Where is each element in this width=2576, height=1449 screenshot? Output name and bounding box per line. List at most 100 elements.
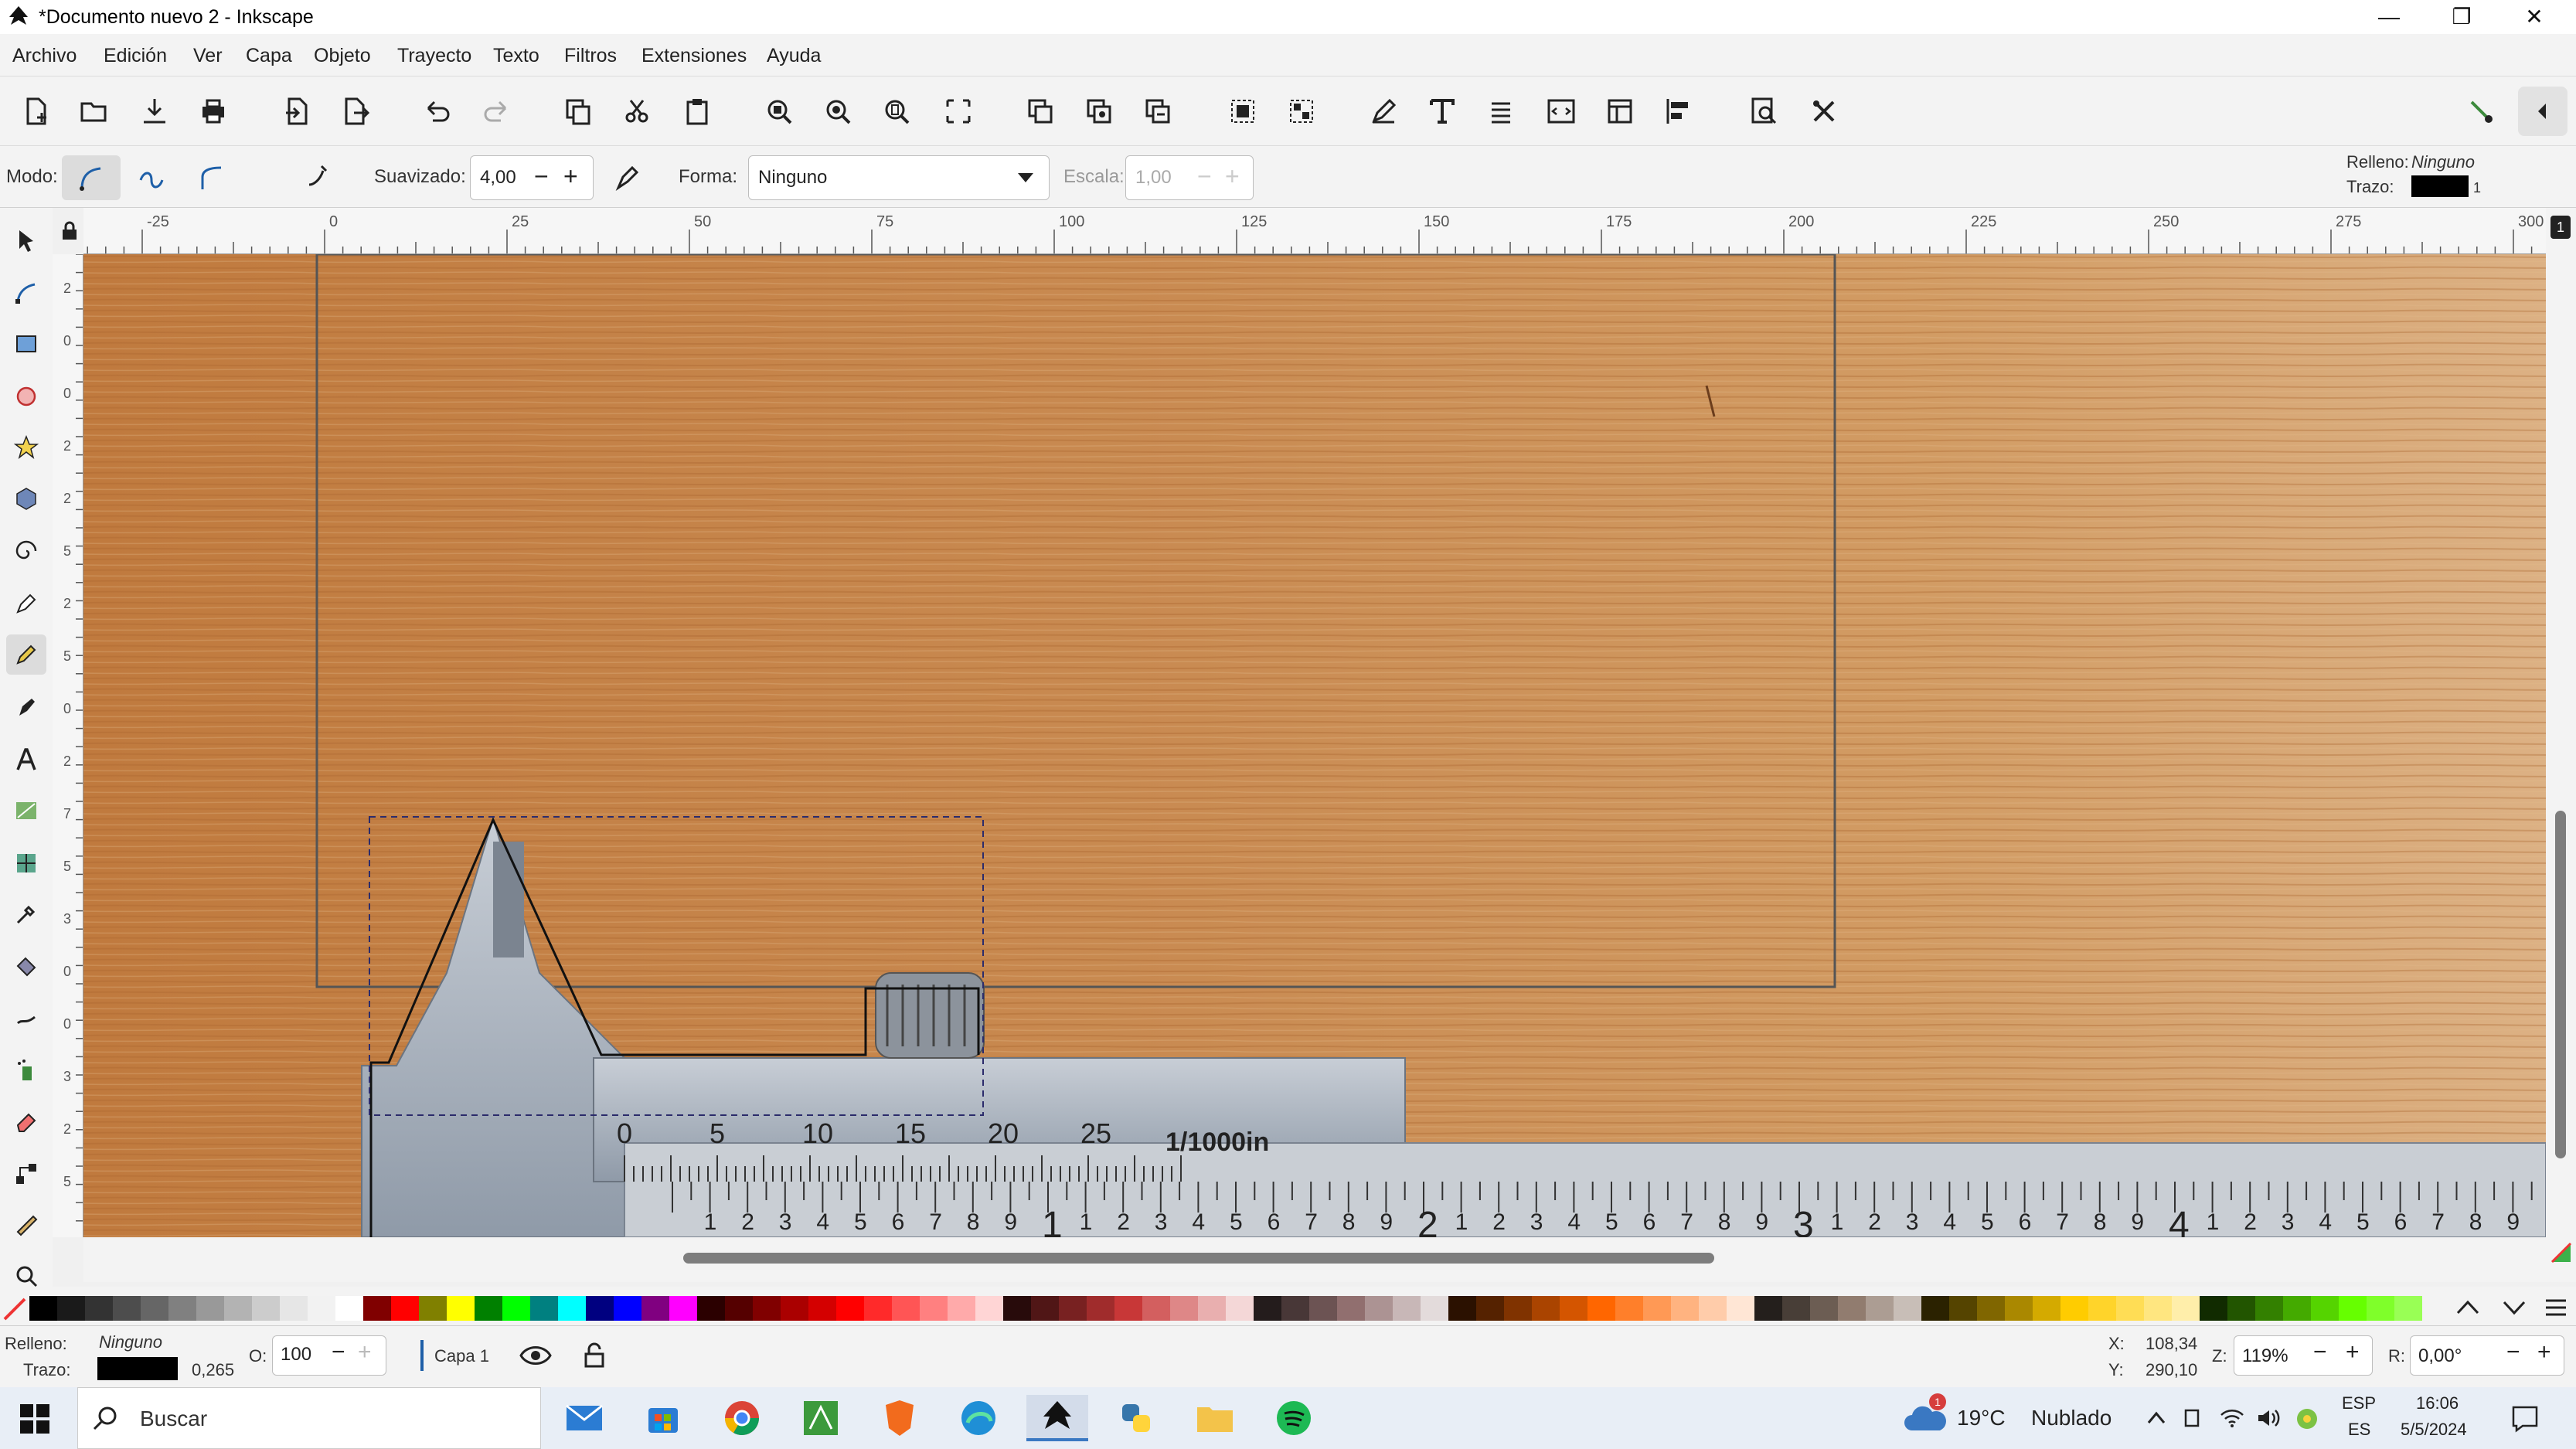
palette-swatch[interactable] xyxy=(1448,1296,1476,1321)
palette-swatch[interactable] xyxy=(1281,1296,1309,1321)
palette-swatch[interactable] xyxy=(1671,1296,1699,1321)
language-secondary[interactable]: ES xyxy=(2348,1420,2370,1440)
palette-swatch[interactable] xyxy=(2367,1296,2394,1321)
menu-extensiones[interactable]: Extensiones xyxy=(641,45,747,67)
palette-swatch[interactable] xyxy=(1754,1296,1782,1321)
color-manage-icon[interactable] xyxy=(2549,1240,2574,1265)
weather-description[interactable]: Nublado xyxy=(2031,1406,2112,1430)
palette-swatch[interactable] xyxy=(1643,1296,1671,1321)
tool-selector[interactable] xyxy=(6,220,46,260)
style-stroke-swatch[interactable] xyxy=(2411,175,2469,197)
rotation-spinbox[interactable]: 0,00° − + xyxy=(2410,1335,2564,1376)
palette-swatch[interactable] xyxy=(1393,1296,1421,1321)
palette-swatch[interactable] xyxy=(252,1296,280,1321)
taskbar-search-box[interactable]: Buscar xyxy=(77,1387,541,1449)
taskbar-store[interactable] xyxy=(632,1395,694,1441)
zoom-width-button[interactable] xyxy=(934,87,983,136)
tool-tweak[interactable] xyxy=(6,998,46,1038)
tool-calligraphy[interactable] xyxy=(6,687,46,727)
tool-text[interactable] xyxy=(6,740,46,780)
palette-swatch[interactable] xyxy=(2227,1296,2255,1321)
palette-swatch[interactable] xyxy=(29,1296,57,1321)
ungroup-button[interactable] xyxy=(1277,87,1326,136)
weather-temp[interactable]: 19°C xyxy=(1957,1406,2006,1430)
palette-swatch[interactable] xyxy=(2005,1296,2033,1321)
menu-edicion[interactable]: Edición xyxy=(104,45,167,67)
palette-swatch[interactable] xyxy=(308,1296,335,1321)
palette-swatch[interactable] xyxy=(196,1296,224,1321)
palette-swatch[interactable] xyxy=(2311,1296,2339,1321)
palette-swatch[interactable] xyxy=(335,1296,363,1321)
palette-swatch[interactable] xyxy=(475,1296,502,1321)
palette-scroll-up-icon[interactable] xyxy=(2455,1296,2481,1319)
tool-3d-box[interactable] xyxy=(6,478,46,519)
smoothing-spinbox[interactable]: 4,00 − + xyxy=(470,155,594,200)
redo-button[interactable] xyxy=(471,87,521,136)
zoom-drawing-button[interactable] xyxy=(813,87,863,136)
palette-swatch[interactable] xyxy=(2060,1296,2088,1321)
scale-decrement-button[interactable]: − xyxy=(1197,162,1212,191)
palette-swatch[interactable] xyxy=(948,1296,975,1321)
palette-swatch[interactable] xyxy=(1031,1296,1059,1321)
new-document-button[interactable] xyxy=(11,87,60,136)
palette-swatch[interactable] xyxy=(530,1296,558,1321)
palette-swatch[interactable] xyxy=(1587,1296,1615,1321)
print-button[interactable] xyxy=(189,87,238,136)
palette-swatch[interactable] xyxy=(1170,1296,1198,1321)
palette-swatch[interactable] xyxy=(641,1296,669,1321)
palette-swatch[interactable] xyxy=(1615,1296,1643,1321)
group-button[interactable] xyxy=(1218,87,1268,136)
menu-ayuda[interactable]: Ayuda xyxy=(767,45,821,67)
taskbar-app-green[interactable] xyxy=(790,1395,852,1441)
clock-time[interactable]: 16:06 xyxy=(2416,1393,2459,1413)
clock-date[interactable]: 5/5/2024 xyxy=(2401,1420,2467,1440)
palette-swatch[interactable] xyxy=(2088,1296,2116,1321)
opacity-decrement-button[interactable]: − xyxy=(332,1339,345,1366)
scale-increment-button[interactable]: + xyxy=(1225,162,1240,191)
undo-button[interactable] xyxy=(413,87,462,136)
palette-swatch[interactable] xyxy=(447,1296,475,1321)
horizontal-scroll-thumb[interactable] xyxy=(683,1253,1714,1264)
menu-trayecto[interactable]: Trayecto xyxy=(397,45,471,67)
palette-swatch[interactable] xyxy=(725,1296,753,1321)
palette-swatch[interactable] xyxy=(2033,1296,2060,1321)
preferences-button[interactable] xyxy=(1799,87,1849,136)
palette-swatch[interactable] xyxy=(1532,1296,1560,1321)
taskbar-inkscape[interactable] xyxy=(1026,1395,1088,1441)
palette-swatch[interactable] xyxy=(1226,1296,1254,1321)
palette-swatch[interactable] xyxy=(1087,1296,1114,1321)
collapse-panel-button[interactable] xyxy=(2518,87,2567,136)
status-dot-icon[interactable] xyxy=(2295,1407,2319,1430)
tool-measure[interactable] xyxy=(6,1205,46,1245)
palette-swatch[interactable] xyxy=(1782,1296,1810,1321)
palette-swatch[interactable] xyxy=(419,1296,447,1321)
horizontal-ruler[interactable]: -25 0 25 50 75 100 125 150 175 200 225 250 275 300 xyxy=(83,208,2546,254)
wifi-icon[interactable] xyxy=(2220,1407,2244,1429)
status-stroke-width[interactable]: 0,265 xyxy=(192,1360,234,1380)
zoom-selection-button[interactable] xyxy=(754,87,804,136)
palette-swatch[interactable] xyxy=(864,1296,892,1321)
menu-archivo[interactable]: Archivo xyxy=(12,45,77,67)
page-indicator-icon[interactable]: 1 xyxy=(2550,216,2571,239)
palette-swatch[interactable] xyxy=(57,1296,85,1321)
palette-swatch[interactable] xyxy=(586,1296,614,1321)
palette-swatch[interactable] xyxy=(113,1296,141,1321)
tool-pencil[interactable] xyxy=(6,634,46,675)
eye-visibility-icon[interactable] xyxy=(519,1342,552,1369)
status-stroke-swatch[interactable] xyxy=(97,1357,178,1380)
snap-toggle-button[interactable] xyxy=(2456,87,2506,136)
volume-icon[interactable] xyxy=(2257,1407,2282,1429)
mode-regular-bezier-button[interactable] xyxy=(62,155,121,200)
minimize-button[interactable]: — xyxy=(2353,0,2425,34)
tool-spiral[interactable] xyxy=(6,531,46,571)
tool-spray[interactable] xyxy=(6,1050,46,1090)
copy-button[interactable] xyxy=(553,87,603,136)
palette-swatch[interactable] xyxy=(1504,1296,1532,1321)
palette-swatch[interactable] xyxy=(2200,1296,2227,1321)
palette-swatch[interactable] xyxy=(1699,1296,1727,1321)
status-fill-value[interactable]: Ninguno xyxy=(99,1332,162,1352)
vertical-scrollbar[interactable]: 1 xyxy=(2546,208,2576,1282)
zoom-page-button[interactable] xyxy=(872,87,921,136)
document-properties-button[interactable] xyxy=(1595,87,1645,136)
palette-swatch[interactable] xyxy=(697,1296,725,1321)
